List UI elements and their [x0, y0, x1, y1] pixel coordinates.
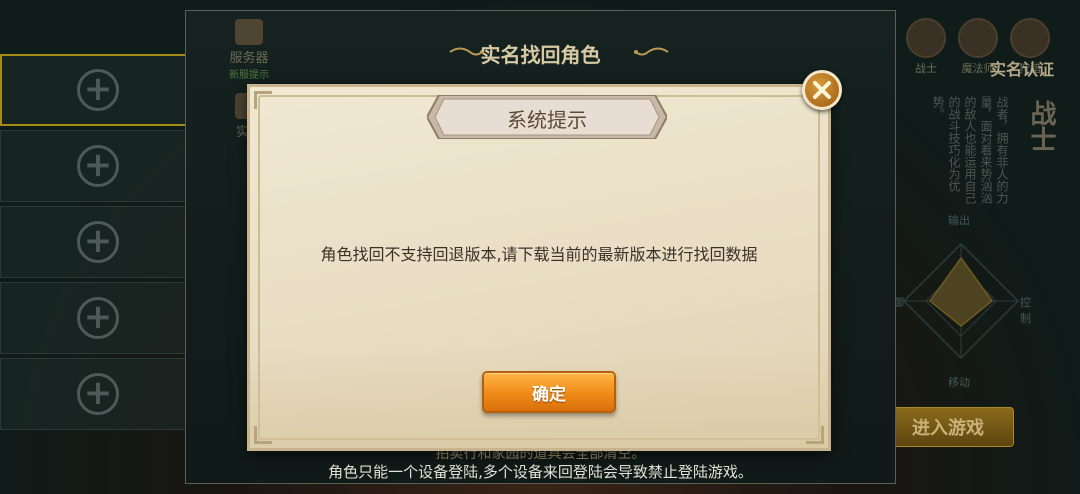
- add-character-icon: +: [77, 297, 119, 339]
- warrior-portrait-icon: [906, 18, 946, 58]
- class-title: 战士: [1026, 100, 1056, 152]
- radar-label-control: 控制: [1020, 296, 1031, 325]
- radar-label-output: 输出: [948, 214, 970, 227]
- character-slot[interactable]: +: [0, 130, 196, 202]
- mage-portrait-icon: [958, 18, 998, 58]
- close-button[interactable]: [802, 70, 842, 110]
- system-prompt-popup: 系统提示 角色找回不支持回退版本,请下载当前的最新版本进行找回数据 确定: [247, 84, 831, 451]
- corner-ornament-icon: [254, 426, 272, 444]
- realname-auth-button[interactable]: 实名认证: [990, 56, 1054, 80]
- popup-message: 角色找回不支持回退版本,请下载当前的最新版本进行找回数据: [320, 245, 758, 264]
- corner-ornament-icon: [806, 426, 824, 444]
- confirm-button[interactable]: 确定: [482, 371, 616, 413]
- character-slot-list: + + + + +: [0, 54, 196, 434]
- popup-title-banner: 系统提示: [427, 95, 667, 139]
- add-character-icon: +: [77, 69, 119, 111]
- character-slot[interactable]: +: [0, 206, 196, 278]
- add-character-icon: +: [77, 373, 119, 415]
- close-icon: [813, 81, 831, 99]
- dialog-notice-line-2: 角色只能一个设备登陆,多个设备来回登陆会导致禁止登陆游戏。: [328, 463, 753, 481]
- enter-game-button[interactable]: 进入游戏: [882, 407, 1014, 447]
- add-character-icon: +: [77, 145, 119, 187]
- title-ornament-right-icon: [634, 47, 669, 56]
- corner-ornament-icon: [254, 91, 272, 109]
- radar-shape-icon: [902, 242, 1020, 360]
- dialog-title: 实名找回角色: [480, 43, 601, 67]
- server-tab-sublabel: 新服提示: [229, 70, 269, 81]
- class-tab-label: 战士: [915, 62, 937, 75]
- class-description: 战者，拥有非人的力量，面对看来势汹汹的敌人也能运用自己的战斗技巧化为优势。: [931, 96, 1009, 204]
- radar-label-move: 移动: [948, 376, 970, 389]
- attribute-radar-chart: 输出 控制 移动 防御: [882, 214, 1036, 389]
- popup-title: 系统提示: [507, 108, 587, 132]
- hunter-portrait-icon: [1010, 18, 1050, 58]
- add-character-icon: +: [77, 221, 119, 263]
- character-slot[interactable]: +: [0, 358, 196, 430]
- character-slot[interactable]: +: [0, 282, 196, 354]
- class-tab-warrior[interactable]: 战士: [904, 18, 948, 76]
- character-slot[interactable]: +: [0, 54, 196, 126]
